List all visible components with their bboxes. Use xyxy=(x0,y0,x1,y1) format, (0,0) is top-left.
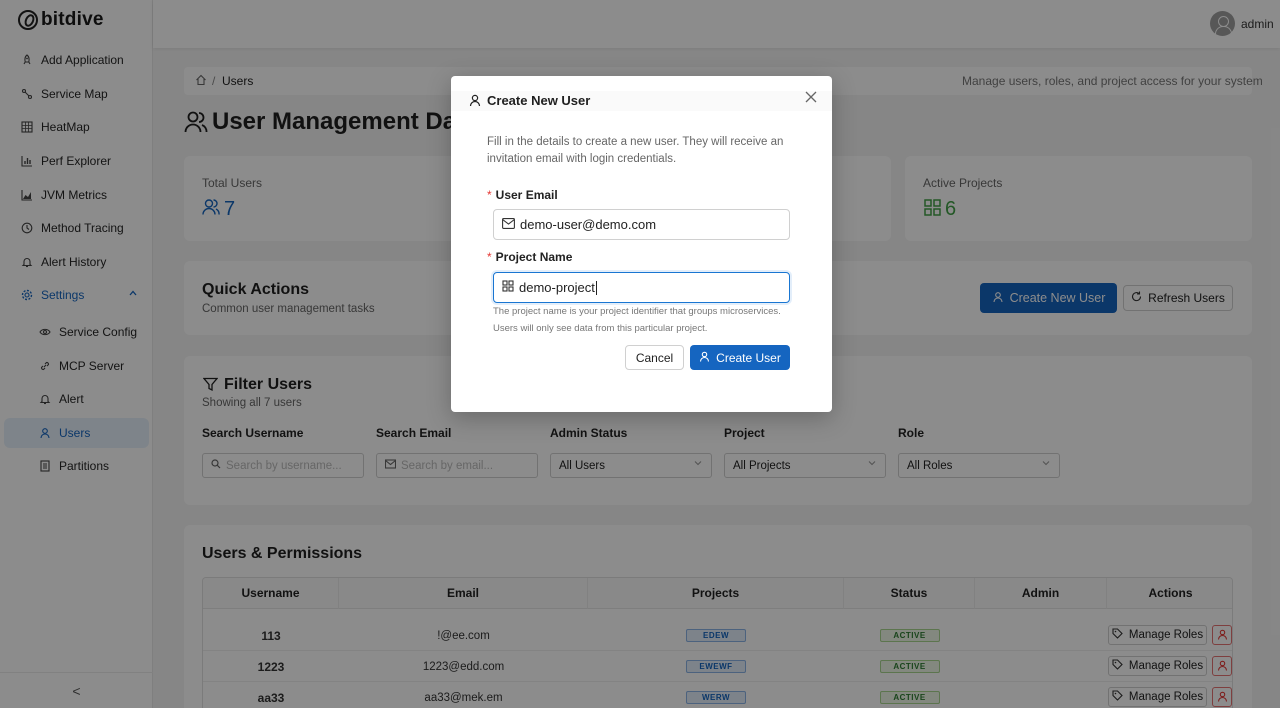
modal-description: Fill in the details to create a new user… xyxy=(487,136,784,165)
input-value: demo-project xyxy=(519,280,595,295)
required-mark: * xyxy=(487,250,492,264)
label-text: User Email xyxy=(495,188,558,202)
user-icon xyxy=(699,351,710,365)
mail-icon xyxy=(502,217,515,232)
cancel-button[interactable]: Cancel xyxy=(625,345,684,370)
button-label: Cancel xyxy=(635,350,674,365)
required-mark: * xyxy=(487,188,492,202)
text-cursor xyxy=(595,280,597,295)
create-user-modal: Create New User Fill in the details to c… xyxy=(451,76,832,412)
modal-title: Create New User xyxy=(487,93,591,108)
grid-icon xyxy=(502,280,514,295)
button-label: Create User xyxy=(716,350,781,365)
label-text: Project Name xyxy=(495,250,573,264)
project-name-field[interactable]: demo-project xyxy=(493,272,790,303)
project-name-help: The project name is your project identif… xyxy=(493,306,781,334)
close-icon[interactable] xyxy=(805,91,817,106)
user-email-label: * User Email xyxy=(487,188,558,202)
project-name-label: * Project Name xyxy=(487,250,572,264)
user-email-field[interactable]: demo-user@demo.com xyxy=(493,209,790,240)
create-user-button[interactable]: Create User xyxy=(690,345,790,370)
user-icon xyxy=(469,94,481,110)
input-value: demo-user@demo.com xyxy=(520,217,657,232)
